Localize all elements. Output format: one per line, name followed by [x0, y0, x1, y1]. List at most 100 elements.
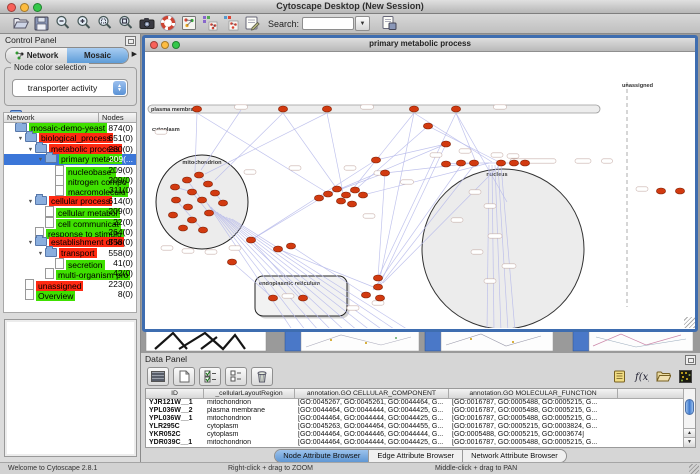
network-node[interactable] [322, 106, 331, 112]
tree-row[interactable]: secretion41(0) [4, 258, 136, 268]
help-ring-icon[interactable] [159, 14, 176, 31]
table-row[interactable]: YPL036W__2plasma membrane[GO:0044464, GO… [146, 407, 695, 415]
delete-attribute-icon[interactable] [251, 367, 273, 386]
tree-header-network[interactable]: Network [3, 112, 99, 123]
network-node[interactable] [171, 197, 180, 203]
table-options-icon[interactable] [147, 367, 169, 386]
zoom-out-icon[interactable] [54, 14, 71, 31]
network-node[interactable] [441, 141, 450, 147]
network-node[interactable] [332, 186, 341, 192]
tab-node-attribute-browser[interactable]: Node Attribute Browser [275, 450, 369, 462]
tree-row-label[interactable]: biological_process [39, 133, 113, 143]
network-node[interactable] [675, 188, 684, 194]
tab-overflow-arrow[interactable]: ▶ [132, 50, 137, 58]
destroy-view-icon[interactable] [222, 14, 239, 31]
tree-row[interactable]: response to stimulu264(0) [4, 227, 136, 237]
table-row[interactable]: YKR052Ccytoplasm[GO:0044464, GO:0044446,… [146, 431, 695, 439]
network-edge[interactable] [205, 113, 327, 174]
column-header[interactable] [618, 389, 685, 399]
table-row[interactable]: YDR039C__1mitochondrion[GO:0044464, GO:0… [146, 439, 695, 447]
table-scrollbar[interactable]: ▲ ▼ [683, 389, 695, 447]
network-node[interactable] [341, 192, 350, 198]
network-overview-icon[interactable] [180, 14, 197, 31]
tree-row[interactable]: ▼primary metabo209(... [4, 154, 136, 164]
network-node[interactable] [246, 237, 255, 243]
network-node[interactable] [469, 160, 478, 166]
network-edge[interactable] [355, 126, 428, 190]
network-node[interactable] [286, 243, 295, 249]
tree-row[interactable]: ▼transport558(0) [4, 248, 136, 258]
tree-row[interactable]: unassigned223(0) [4, 279, 136, 289]
network-node[interactable] [203, 181, 212, 187]
tab-mosaic[interactable]: Mosaic [67, 48, 128, 63]
snapshot-icon[interactable] [138, 14, 155, 31]
network-edge[interactable] [251, 160, 376, 240]
network-node[interactable] [380, 170, 389, 176]
network-node[interactable] [373, 275, 382, 281]
tree-row[interactable]: macromolecule311(0) [4, 185, 136, 195]
network-node[interactable] [520, 160, 529, 166]
column-header[interactable]: annotation.GO MOLECULAR_FUNCTION [449, 389, 618, 399]
float-panel-icon[interactable] [125, 36, 136, 46]
network-edge[interactable] [327, 113, 343, 193]
tree-row[interactable]: cellular metabol209(0) [4, 206, 136, 216]
apply-layout-icon[interactable] [201, 14, 218, 31]
select-attributes-icon[interactable] [199, 367, 221, 386]
import-attributes-icon[interactable] [654, 368, 672, 384]
network-node[interactable] [509, 160, 518, 166]
network-node[interactable] [656, 188, 665, 194]
network-node[interactable] [496, 160, 505, 166]
window-resize-grip[interactable] [689, 464, 699, 474]
network-node[interactable] [227, 259, 236, 265]
tree-row[interactable]: ▼biological_process651(0) [4, 133, 136, 143]
tree-row[interactable]: nucleobase-209(0) [4, 165, 136, 175]
tree-row[interactable]: multi-organism pro42(0) [4, 268, 136, 278]
network-node[interactable] [441, 161, 450, 167]
network-node[interactable] [218, 200, 227, 206]
table-row[interactable]: YJR121W__1mitochondrion[GO:0045267, GO:0… [146, 399, 695, 407]
network-node[interactable] [197, 197, 206, 203]
network-node[interactable] [409, 106, 418, 112]
function-builder-icon[interactable]: f(x) [632, 368, 650, 384]
network-node[interactable] [350, 187, 359, 193]
column-header[interactable]: annotation.GO CELLULAR_COMPONENT [295, 389, 449, 399]
network-canvas[interactable]: plasma membranecytoplasmmitochondrionnuc… [145, 52, 695, 328]
tree-header-nodes[interactable]: Nodes [99, 112, 137, 123]
network-node[interactable] [347, 201, 356, 207]
network-view-titlebar[interactable]: primary metabolic process [145, 38, 695, 52]
tree-row[interactable]: ▼establishment of lo558(0) [4, 237, 136, 247]
tab-network-attribute-browser[interactable]: Network Attribute Browser [463, 450, 566, 462]
network-view-window[interactable]: primary metabolic process plasma membran… [142, 35, 698, 332]
plasma-membrane-region[interactable] [148, 105, 600, 113]
dropdown-stepper-icon[interactable]: ▲▼ [113, 81, 126, 95]
column-header[interactable]: _cellularLayoutRegion [204, 389, 295, 399]
tree-row[interactable]: cell communicat22(0) [4, 217, 136, 227]
network-node[interactable] [278, 106, 287, 112]
node-color-dropdown[interactable]: transporter activity ▲▼ [12, 79, 128, 97]
network-node[interactable] [198, 227, 207, 233]
network-node[interactable] [358, 192, 367, 198]
save-icon[interactable] [33, 15, 50, 32]
tree-row-label[interactable]: mosaic-demo-yeast [29, 123, 107, 133]
zoom-in-icon[interactable] [75, 14, 92, 31]
network-node[interactable] [371, 157, 380, 163]
network-node[interactable] [298, 295, 307, 301]
new-attribute-icon[interactable] [173, 367, 195, 386]
network-node[interactable] [323, 191, 332, 197]
network-node[interactable] [168, 212, 177, 218]
tree-row[interactable]: mosaic-demo-yeast874(0) [4, 123, 136, 133]
network-edge[interactable] [378, 173, 385, 278]
network-node[interactable] [268, 295, 277, 301]
column-header[interactable]: ID [146, 389, 204, 399]
tree-row-label[interactable]: Overview [36, 291, 75, 301]
network-node[interactable] [273, 246, 282, 252]
network-node[interactable] [456, 160, 465, 166]
network-node[interactable] [182, 177, 191, 183]
tab-edge-attribute-browser[interactable]: Edge Attribute Browser [369, 450, 463, 462]
background-windows[interactable] [141, 331, 700, 352]
network-node[interactable] [336, 198, 345, 204]
scrollbar-thumb[interactable] [685, 399, 694, 415]
zoom-fit-icon[interactable] [117, 14, 134, 31]
network-node[interactable] [187, 217, 196, 223]
tree-row-label[interactable]: transport [59, 248, 97, 258]
